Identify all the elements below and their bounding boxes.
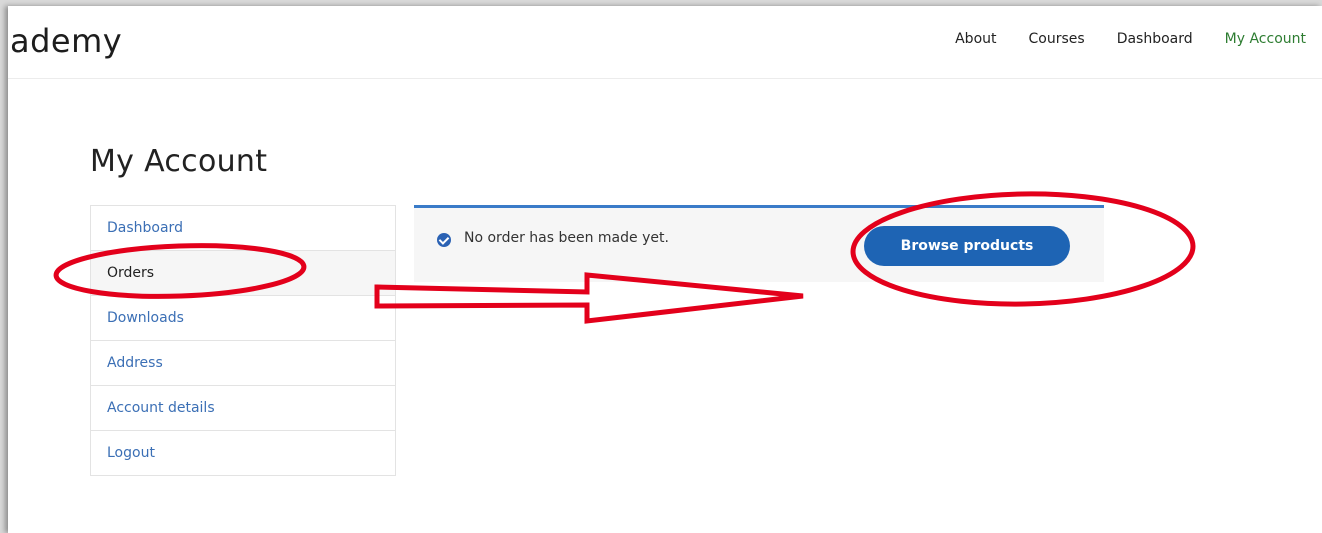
account-navigation: Dashboard Orders Downloads Address Accou…	[90, 205, 396, 476]
check-circle-icon	[437, 233, 451, 247]
orders-notice: No order has been made yet. Browse produ…	[414, 205, 1104, 282]
nav-dashboard[interactable]: Dashboard	[1117, 31, 1193, 47]
page-title: My Account	[90, 144, 268, 179]
menu-item-address[interactable]: Address	[91, 341, 395, 386]
menu-item-logout[interactable]: Logout	[91, 431, 395, 475]
site-header: ademy About Courses Dashboard My Account	[8, 6, 1322, 79]
nav-my-account[interactable]: My Account	[1225, 31, 1306, 47]
menu-item-account-details[interactable]: Account details	[91, 386, 395, 431]
browser-page: ademy About Courses Dashboard My Account…	[8, 6, 1322, 533]
menu-item-downloads[interactable]: Downloads	[91, 296, 395, 341]
nav-about[interactable]: About	[955, 31, 996, 47]
main-nav: About Courses Dashboard My Account	[955, 31, 1306, 47]
site-title[interactable]: ademy	[10, 22, 122, 60]
menu-item-dashboard[interactable]: Dashboard	[91, 206, 395, 251]
browse-products-button[interactable]: Browse products	[864, 226, 1070, 266]
menu-item-orders[interactable]: Orders	[91, 251, 395, 296]
notice-message: No order has been made yet.	[464, 230, 669, 246]
nav-courses[interactable]: Courses	[1029, 31, 1085, 47]
